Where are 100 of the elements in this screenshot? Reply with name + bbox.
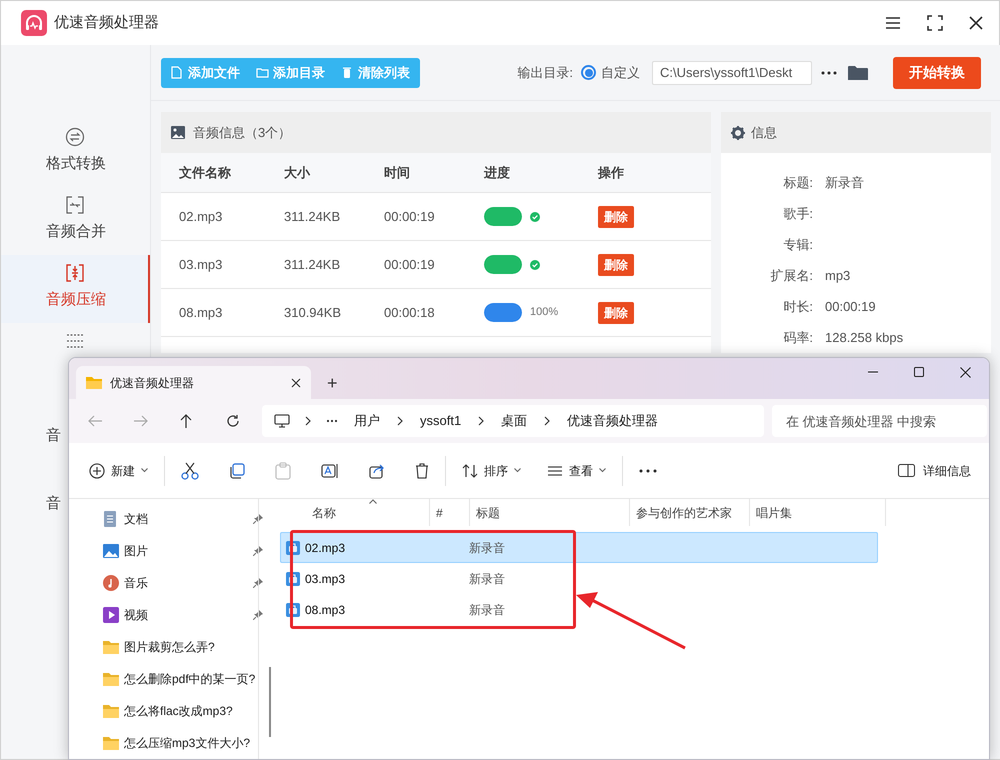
field-value: 新录音	[825, 174, 864, 192]
panel-title: 信息	[751, 124, 777, 142]
breadcrumb-item[interactable]: 用户	[352, 411, 382, 431]
close-icon[interactable]	[291, 378, 301, 388]
address-bar[interactable]: 用户 yssoft1 桌面 优速音频处理器	[262, 405, 764, 437]
table-cell-text: 02.mp3	[179, 208, 224, 226]
folder-icon	[103, 639, 119, 655]
nav-item[interactable]: 怎么将flac改成mp3?	[103, 695, 263, 727]
breadcrumb-item[interactable]: 优速音频处理器	[565, 411, 660, 431]
trash-icon	[341, 66, 354, 79]
merge-icon[interactable]	[64, 195, 84, 215]
column-header[interactable]: 名称	[312, 504, 336, 522]
table-cell-text: 03.mp3	[179, 256, 224, 274]
nav-item[interactable]: 视频	[103, 599, 263, 631]
field-label: 歌手:	[782, 204, 813, 223]
compress-icon	[64, 263, 84, 283]
cut-icon[interactable]	[181, 462, 199, 480]
tab-title: 优速音频处理器	[110, 374, 195, 392]
progress-bar	[484, 207, 522, 226]
folder-icon[interactable]	[848, 64, 868, 80]
delete-button[interactable]: 删除	[598, 302, 634, 324]
column-header[interactable]: 标题	[476, 504, 500, 522]
share-icon[interactable]	[369, 462, 385, 478]
music-icon	[103, 575, 119, 591]
documents-icon	[103, 511, 119, 527]
gear-icon	[731, 126, 745, 140]
chevron-icon	[543, 416, 552, 426]
table-cell-text: 00:00:19	[384, 256, 436, 274]
column-header: 进度	[484, 164, 511, 182]
field-label: 时长:	[782, 298, 813, 316]
column-header[interactable]: #	[436, 504, 443, 522]
copy-icon[interactable]	[229, 462, 245, 478]
file-icon	[171, 66, 184, 79]
check-icon	[530, 260, 540, 270]
delete-button[interactable]: 删除	[598, 206, 634, 228]
file-row[interactable]: 02.mp3 新录音	[280, 532, 878, 563]
image-icon	[171, 126, 185, 139]
close-icon[interactable]	[969, 16, 983, 30]
radio-option[interactable]: 自定义	[581, 62, 640, 82]
window-title: 优速音频处理器	[54, 12, 159, 33]
check-icon	[530, 212, 540, 222]
command-button[interactable]: 排序	[462, 462, 521, 480]
chevron-icon	[477, 416, 486, 426]
more-icon	[326, 419, 338, 423]
sidebar-item[interactable]: 音	[46, 493, 61, 516]
command-button[interactable]: 查看	[547, 462, 606, 480]
maximize-icon[interactable]	[914, 367, 924, 377]
file-row[interactable]: 08.mp3 新录音	[280, 594, 878, 625]
trash-icon[interactable]	[415, 462, 429, 478]
new-tab-button[interactable]: +	[327, 374, 338, 392]
search-field[interactable]: 在 优速音频处理器 中搜索	[772, 405, 987, 437]
details-button[interactable]: 详细信息	[898, 462, 971, 480]
delete-button[interactable]: 删除	[598, 254, 634, 276]
nav-item[interactable]: 图片	[103, 535, 263, 567]
sidebar-item[interactable]: 音	[46, 425, 61, 448]
chevron-icon	[304, 416, 312, 426]
sidebar-item[interactable]: 音频合并	[46, 221, 106, 244]
column-header[interactable]: 唱片集	[756, 504, 792, 522]
field-label: 标题:	[782, 174, 813, 192]
app-logo-icon	[21, 10, 47, 36]
table-cell-text: 08.mp3	[179, 304, 224, 322]
sidebar-item[interactable]: 格式转换	[46, 153, 106, 176]
fullscreen-icon[interactable]	[927, 15, 943, 31]
folder-icon	[256, 66, 269, 79]
field-value: mp3	[825, 266, 850, 285]
folder-icon	[86, 376, 102, 389]
nav-item[interactable]: 文档	[103, 503, 263, 535]
more-icon[interactable]	[820, 70, 838, 76]
more-icon[interactable]	[639, 468, 657, 472]
new-icon	[89, 462, 105, 478]
file-row[interactable]: 03.mp3 新录音	[280, 563, 878, 594]
convert-icon[interactable]	[64, 127, 84, 147]
table-cell-text: 310.94KB	[284, 304, 342, 322]
table-cell-text: 311.24KB	[284, 208, 342, 226]
nav-item[interactable]: 怎么删除pdf中的某一页?	[103, 663, 263, 695]
menu-icon[interactable]	[885, 16, 901, 30]
refresh-icon[interactable]	[226, 414, 240, 428]
nav-item[interactable]: 怎么压缩mp3文件大小?	[103, 727, 263, 759]
command-button[interactable]: 新建	[89, 462, 148, 480]
close-icon[interactable]	[960, 366, 971, 378]
progress-bar	[484, 303, 522, 322]
panel-title: 音频信息（3个）	[193, 124, 292, 142]
output-path-field[interactable]: C:\Users\yssoft1\Deskt	[652, 60, 812, 84]
sidebar-item[interactable]: 音频压缩	[1, 255, 150, 323]
paste-icon	[275, 462, 291, 480]
column-header[interactable]: 参与创作的艺术家	[636, 504, 732, 522]
field-value: 128.258 kbps	[825, 328, 904, 347]
start-button[interactable]: 开始转换	[893, 56, 981, 88]
column-header: 操作	[598, 164, 625, 182]
breadcrumb-item[interactable]: 桌面	[499, 411, 530, 431]
nav-item[interactable]: 音乐	[103, 567, 263, 599]
progress-bar	[484, 255, 522, 274]
explorer-tab[interactable]: 优速音频处理器	[76, 366, 311, 399]
rename-icon[interactable]	[321, 462, 339, 478]
nav-item[interactable]: 图片裁剪怎么弄?	[103, 631, 263, 663]
breadcrumb-item[interactable]: yssoft1	[418, 411, 464, 431]
up-icon[interactable]	[179, 413, 193, 429]
field-label: 专辑:	[782, 236, 813, 254]
table-cell-text: 00:00:19	[384, 208, 436, 226]
caret-icon	[141, 468, 148, 473]
